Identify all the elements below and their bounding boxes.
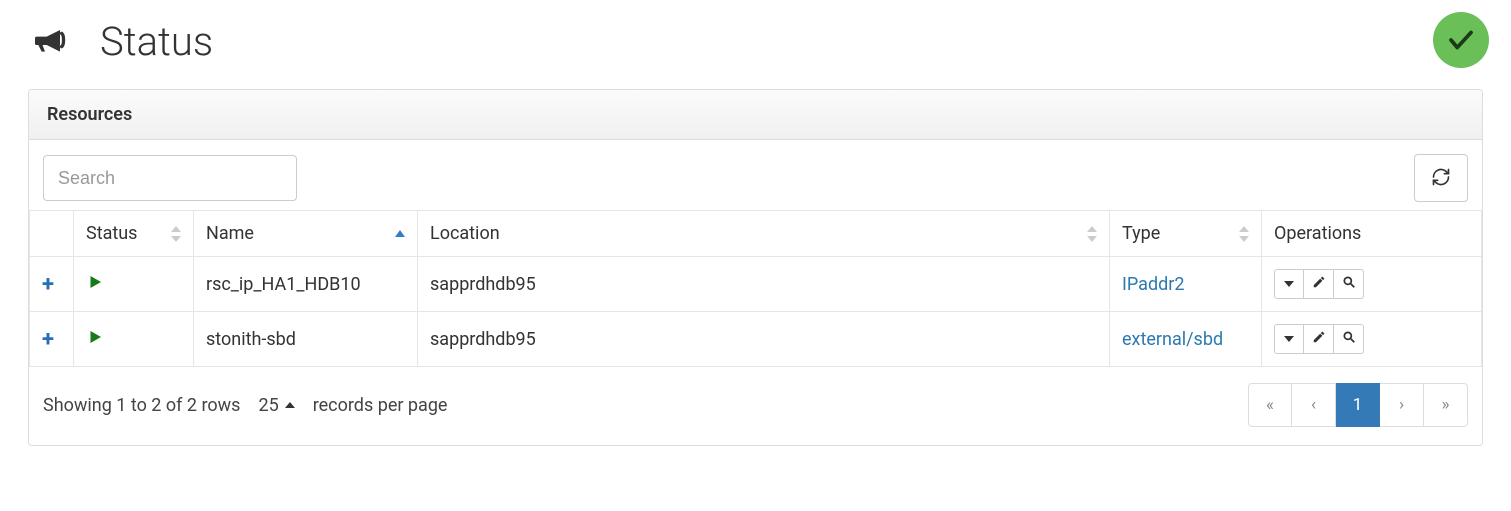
megaphone-icon	[28, 20, 72, 64]
magnifier-icon	[1342, 275, 1356, 293]
details-button[interactable]	[1334, 324, 1364, 354]
details-button[interactable]	[1334, 269, 1364, 299]
pagination-page-1[interactable]: 1	[1336, 383, 1380, 427]
status-running-icon	[86, 328, 104, 351]
pagination-next[interactable]: ›	[1380, 383, 1424, 427]
column-name-label: Name	[206, 223, 254, 244]
cell-location: sapprdhdb95	[418, 312, 1110, 367]
edit-button[interactable]	[1304, 269, 1334, 299]
pencil-icon	[1312, 275, 1326, 293]
pagination-last[interactable]: »	[1424, 383, 1468, 427]
column-operations: Operations	[1262, 211, 1482, 257]
status-running-icon	[86, 273, 104, 296]
cell-name: stonith-sbd	[194, 312, 418, 367]
page-size-value: 25	[258, 395, 278, 416]
pencil-icon	[1312, 330, 1326, 348]
sort-icon	[1239, 226, 1249, 242]
table-row: + stonith-sbdsapprdhdb95 external/sbd	[30, 312, 1482, 367]
caret-down-icon	[1284, 281, 1294, 287]
records-per-page-label: records per page	[313, 395, 448, 416]
column-status[interactable]: Status	[74, 211, 194, 257]
sort-asc-icon	[395, 230, 405, 237]
refresh-icon	[1431, 167, 1451, 190]
expand-row-button[interactable]: +	[42, 272, 54, 297]
operations-menu-button[interactable]	[1274, 269, 1304, 299]
cell-name: rsc_ip_HA1_HDB10	[194, 257, 418, 312]
caret-down-icon	[1284, 336, 1294, 342]
pagination: « ‹ 1 › »	[1248, 383, 1468, 427]
caret-up-icon	[285, 402, 295, 408]
page-size-selector[interactable]: 25	[258, 395, 294, 416]
expand-row-button[interactable]: +	[42, 327, 54, 352]
column-operations-label: Operations	[1274, 223, 1361, 244]
sort-icon	[171, 226, 181, 242]
operations-menu-button[interactable]	[1274, 324, 1304, 354]
sort-icon	[1087, 226, 1097, 242]
column-type[interactable]: Type	[1110, 211, 1262, 257]
row-summary: Showing 1 to 2 of 2 rows	[43, 395, 240, 416]
resource-type-link[interactable]: external/sbd	[1122, 329, 1223, 350]
column-expand	[30, 211, 74, 257]
pagination-first[interactable]: «	[1248, 383, 1292, 427]
table-row: + rsc_ip_HA1_HDB10sapprdhdb95 IPaddr2	[30, 257, 1482, 312]
magnifier-icon	[1342, 330, 1356, 348]
resources-table: Status Name Location	[29, 210, 1482, 367]
column-location[interactable]: Location	[418, 211, 1110, 257]
column-name[interactable]: Name	[194, 211, 418, 257]
search-input[interactable]	[43, 155, 297, 201]
pagination-prev[interactable]: ‹	[1292, 383, 1336, 427]
refresh-button[interactable]	[1414, 154, 1468, 202]
column-type-label: Type	[1122, 223, 1160, 244]
cluster-health-indicator	[1433, 12, 1489, 68]
column-location-label: Location	[430, 223, 500, 244]
column-status-label: Status	[86, 223, 137, 244]
resource-type-link[interactable]: IPaddr2	[1122, 274, 1184, 295]
panel-title: Resources	[29, 90, 1482, 140]
edit-button[interactable]	[1304, 324, 1334, 354]
page-title: Status	[100, 18, 213, 65]
resources-panel: Resources	[28, 89, 1483, 446]
cell-location: sapprdhdb95	[418, 257, 1110, 312]
